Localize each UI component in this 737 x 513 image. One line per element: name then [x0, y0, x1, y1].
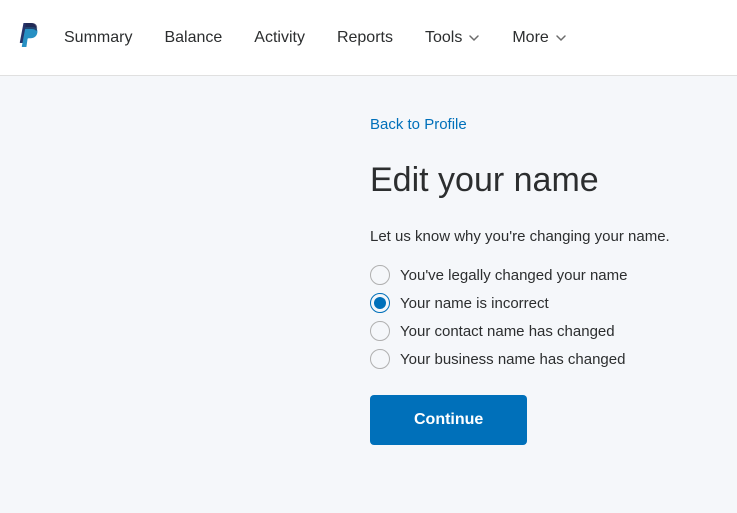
- radio-label: You've legally changed your name: [400, 267, 627, 284]
- nav-label: Balance: [164, 29, 222, 47]
- nav-more[interactable]: More: [512, 29, 566, 47]
- page-subtitle: Let us know why you're changing your nam…: [370, 228, 737, 245]
- chevron-down-icon: [555, 32, 567, 44]
- nav-balance[interactable]: Balance: [164, 29, 222, 47]
- radio-icon: [370, 349, 390, 369]
- nav-label: Reports: [337, 29, 393, 47]
- nav-activity[interactable]: Activity: [254, 29, 305, 47]
- page-title: Edit your name: [370, 161, 737, 200]
- nav-label: Summary: [64, 29, 132, 47]
- chevron-down-icon: [468, 32, 480, 44]
- radio-dot-icon: [374, 297, 386, 309]
- nav-reports[interactable]: Reports: [337, 29, 393, 47]
- nav-items: Summary Balance Activity Reports Tools M…: [64, 29, 567, 47]
- paypal-logo-icon[interactable]: [16, 21, 40, 54]
- nav-label: Tools: [425, 29, 462, 47]
- radio-name-incorrect[interactable]: Your name is incorrect: [370, 291, 737, 315]
- nav-summary[interactable]: Summary: [64, 29, 132, 47]
- radio-icon: [370, 265, 390, 285]
- radio-label: Your name is incorrect: [400, 295, 549, 312]
- main-content: Back to Profile Edit your name Let us kn…: [370, 76, 737, 445]
- radio-icon: [370, 293, 390, 313]
- radio-legally-changed[interactable]: You've legally changed your name: [370, 263, 737, 287]
- back-to-profile-link[interactable]: Back to Profile: [370, 116, 737, 133]
- radio-business-changed[interactable]: Your business name has changed: [370, 347, 737, 371]
- nav-tools[interactable]: Tools: [425, 29, 480, 47]
- radio-label: Your contact name has changed: [400, 323, 615, 340]
- nav-label: Activity: [254, 29, 305, 47]
- radio-label: Your business name has changed: [400, 351, 625, 368]
- nav-label: More: [512, 29, 548, 47]
- top-nav: Summary Balance Activity Reports Tools M…: [0, 0, 737, 76]
- radio-contact-changed[interactable]: Your contact name has changed: [370, 319, 737, 343]
- radio-icon: [370, 321, 390, 341]
- continue-button[interactable]: Continue: [370, 395, 527, 445]
- name-change-reason-group: You've legally changed your name Your na…: [370, 263, 737, 371]
